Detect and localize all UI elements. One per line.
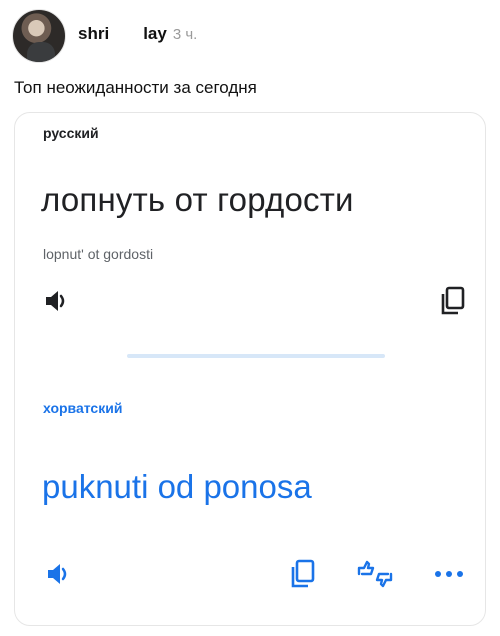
- divider: [127, 354, 385, 358]
- post-text: Топ неожиданности за сегодня: [14, 78, 257, 97]
- target-language-label: хорватский: [43, 400, 123, 416]
- author-name-redaction: [109, 25, 144, 39]
- speaker-icon[interactable]: [41, 285, 73, 317]
- avatar[interactable]: [12, 9, 66, 63]
- post-header: shri lay 3 ч.: [78, 24, 197, 46]
- source-language-label: русский: [43, 125, 99, 141]
- thumbs-rate-icon[interactable]: [355, 558, 395, 590]
- transliteration: lopnut' ot gordosti: [43, 246, 154, 262]
- speaker-icon[interactable]: [43, 558, 75, 590]
- source-text: лопнуть от гордости: [41, 181, 354, 218]
- more-dots-icon[interactable]: [433, 558, 465, 590]
- copy-icon[interactable]: [287, 558, 319, 590]
- author-name-start: shri: [78, 24, 110, 43]
- post-time: 3 ч.: [172, 26, 198, 43]
- target-text: puknuti od ponosa: [42, 468, 312, 505]
- translation-card: русский лопнуть от гордости lopnut' ot g…: [14, 112, 486, 626]
- author-name-end: lay: [143, 24, 167, 43]
- copy-icon[interactable]: [437, 285, 469, 317]
- author-name[interactable]: shri lay: [78, 24, 167, 44]
